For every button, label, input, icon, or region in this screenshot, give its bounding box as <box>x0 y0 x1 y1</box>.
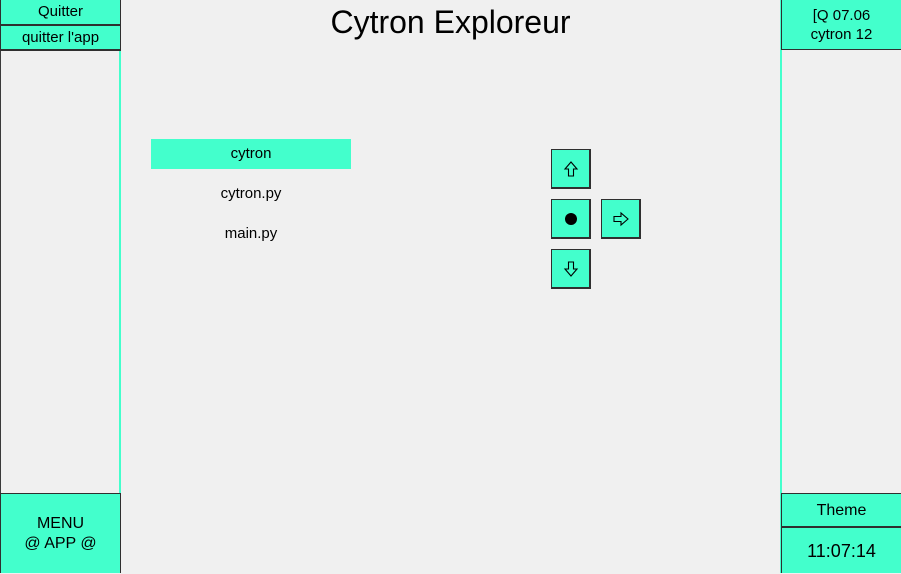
nav-down-button[interactable] <box>551 249 591 289</box>
file-item[interactable]: cytron.py <box>151 179 351 209</box>
menu-label: MENU <box>36 514 85 532</box>
menu-button[interactable]: MENU @ APP @ <box>0 493 121 573</box>
dot-icon <box>564 212 577 225</box>
theme-button[interactable]: Theme <box>781 493 901 528</box>
arrow-right-icon <box>612 211 629 226</box>
system-info-box: [Q 07.06 cytron 12 <box>781 0 901 50</box>
page-title: Cytron Exploreur <box>330 4 571 40</box>
nav-right-button[interactable] <box>601 199 641 239</box>
quit-app-button[interactable]: quitter l'app <box>0 25 121 51</box>
right-sidebar <box>780 0 901 573</box>
left-sidebar <box>0 0 121 573</box>
nav-select-button[interactable] <box>551 199 591 239</box>
clock: 11:07:14 <box>781 528 901 573</box>
file-item[interactable]: main.py <box>151 219 351 249</box>
system-name: cytron 12 <box>810 25 873 43</box>
file-item-selected[interactable]: cytron <box>151 139 351 169</box>
menu-app-label: @ APP @ <box>24 534 97 552</box>
nav-up-button[interactable] <box>551 149 591 189</box>
arrow-up-icon <box>563 160 578 177</box>
quit-button[interactable]: Quitter <box>0 0 121 25</box>
arrow-down-icon <box>563 260 578 277</box>
system-version: [Q 07.06 <box>812 6 871 24</box>
